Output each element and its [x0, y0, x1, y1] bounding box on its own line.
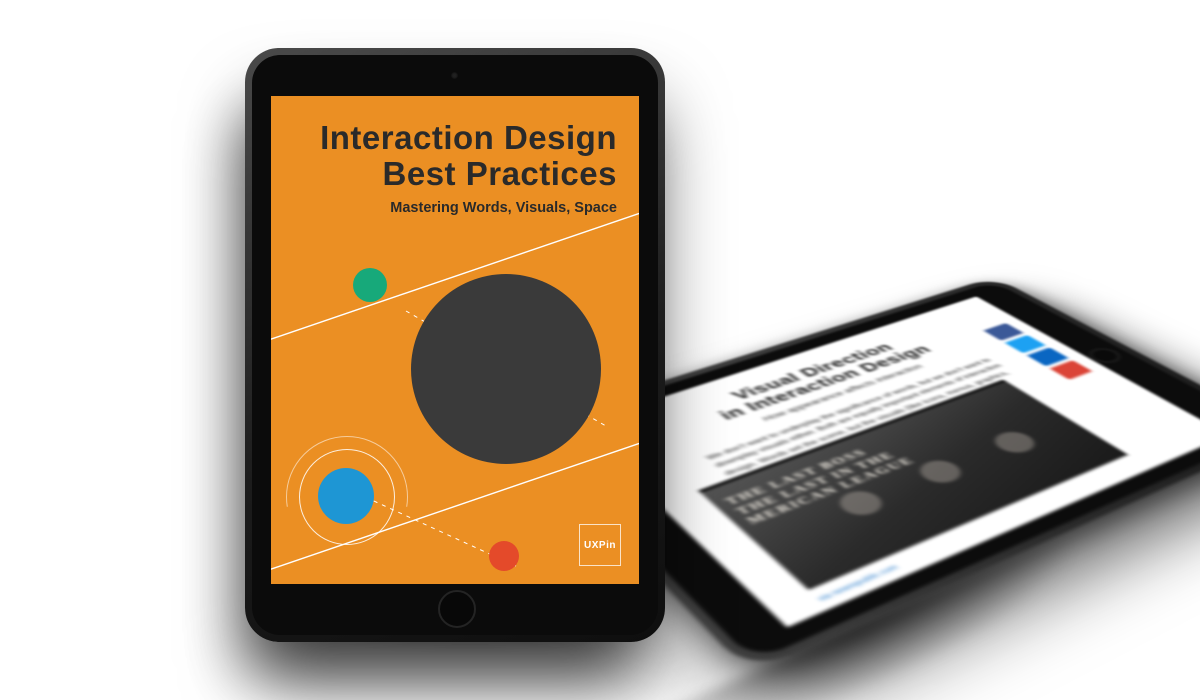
stage: Visual Direction in Interaction Design H… — [0, 0, 1200, 700]
ipad-front: Interaction Design Best Practices Master… — [245, 48, 665, 642]
cover-title: Interaction Design Best Practices — [271, 120, 617, 191]
home-button-icon — [438, 590, 476, 628]
photo-caption-l3: MERICAN LEAGUE — [743, 455, 918, 527]
ebook-cover: Interaction Design Best Practices Master… — [271, 96, 639, 584]
camera-icon — [451, 72, 458, 79]
brand-badge: UXPin — [579, 524, 621, 566]
cover-title-line1: Interaction Design — [320, 119, 617, 156]
google-plus-icon[interactable] — [1050, 360, 1093, 380]
cover-blue-dot — [318, 468, 374, 524]
cover-title-line2: Best Practices — [383, 155, 617, 192]
cover-green-dot — [353, 268, 387, 302]
brand-label: UXPin — [584, 540, 616, 551]
cover-large-circle — [411, 274, 601, 464]
cover-subtitle: Mastering Words, Visuals, Space — [271, 200, 617, 216]
cover-red-dot — [489, 541, 519, 571]
